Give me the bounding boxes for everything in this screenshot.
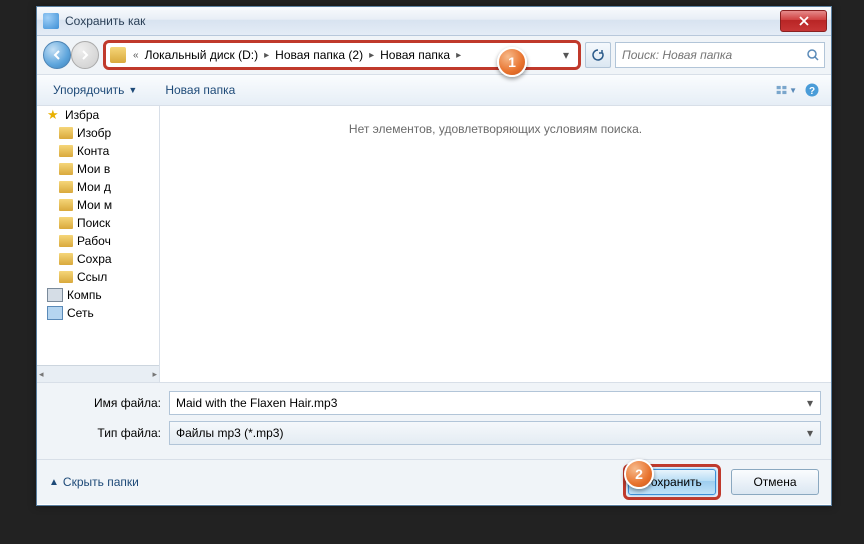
chevron-down-icon[interactable]: ▾ (802, 424, 818, 442)
tree-favorites[interactable]: ★Избра (37, 106, 159, 124)
star-icon: ★ (47, 108, 61, 122)
svg-text:?: ? (809, 86, 815, 97)
folder-icon (59, 181, 73, 193)
search-icon (806, 48, 820, 62)
folder-icon (110, 47, 126, 63)
breadcrumb: « Локальный диск (D:) ▸ Новая папка (2) … (130, 46, 558, 64)
help-icon: ? (804, 82, 820, 98)
view-icon (775, 82, 788, 98)
tree-item[interactable]: Мои м (37, 196, 159, 214)
tree-item[interactable]: Рабоч (37, 232, 159, 250)
close-button[interactable] (780, 10, 827, 32)
filetype-label: Тип файла: (47, 426, 169, 440)
address-dropdown[interactable]: ▾ (558, 48, 574, 62)
chevron-up-icon: ▲ (49, 477, 59, 488)
back-arrow-icon (51, 49, 63, 61)
tree-item[interactable]: Конта (37, 142, 159, 160)
window-title: Сохранить как (65, 14, 780, 28)
file-list[interactable]: Нет элементов, удовлетворяющих условиям … (160, 106, 831, 382)
chevron-down-icon: ▼ (789, 86, 797, 95)
view-button[interactable]: ▼ (775, 79, 797, 101)
tree-network[interactable]: Сеть (37, 304, 159, 322)
nav-row: « Локальный диск (D:) ▸ Новая папка (2) … (37, 36, 831, 75)
tree-item[interactable]: Поиск (37, 214, 159, 232)
tree-item[interactable]: Мои д (37, 178, 159, 196)
organize-button[interactable]: Упорядочить ▼ (45, 79, 145, 101)
cancel-button[interactable]: Отмена (731, 469, 819, 495)
hide-folders-button[interactable]: ▲ Скрыть папки (49, 475, 139, 489)
tree-item[interactable]: Сохра (37, 250, 159, 268)
app-icon (43, 13, 59, 29)
chevron-right-icon: ▸ (456, 50, 461, 61)
footer: ▲ Скрыть папки Сохранить Отмена (37, 459, 831, 504)
tree-item[interactable]: Мои в (37, 160, 159, 178)
chevron-down-icon[interactable]: ▾ (802, 394, 818, 412)
folder-icon (59, 163, 73, 175)
filename-input[interactable]: Maid with the Flaxen Hair.mp3 ▾ (169, 391, 821, 415)
tree-item[interactable]: Ссыл (37, 268, 159, 286)
tree-scrollbar[interactable]: ◂▸ (37, 365, 159, 382)
search-input[interactable] (620, 47, 806, 63)
titlebar[interactable]: Сохранить как (37, 7, 831, 36)
folder-icon (59, 127, 73, 139)
folder-icon (59, 217, 73, 229)
breadcrumb-item[interactable]: Новая папка (2) (272, 46, 366, 64)
tree-item[interactable]: Изобр (37, 124, 159, 142)
callout-2: 2 (624, 459, 654, 489)
callout-1: 1 (497, 47, 527, 77)
organize-label: Упорядочить (53, 83, 124, 97)
folder-icon (59, 253, 73, 265)
close-icon (799, 16, 809, 26)
nav-tree[interactable]: ★Избра Изобр Конта Мои в Мои д Мои м Пои… (37, 106, 160, 382)
empty-message: Нет элементов, удовлетворяющих условиям … (349, 122, 642, 382)
chevron-left-icon: « (133, 50, 139, 61)
breadcrumb-item[interactable]: Новая папка (377, 46, 453, 64)
nav-buttons (43, 41, 99, 69)
network-icon (47, 306, 63, 320)
filename-label: Имя файла: (47, 396, 169, 410)
chevron-right-icon: ▸ (264, 50, 269, 61)
refresh-icon (591, 48, 605, 62)
fields-area: Имя файла: Maid with the Flaxen Hair.mp3… (37, 382, 831, 459)
new-folder-button[interactable]: Новая папка (157, 79, 243, 101)
folder-icon (59, 235, 73, 247)
breadcrumb-item[interactable]: Локальный диск (D:) (142, 46, 262, 64)
chevron-right-icon: ▸ (369, 50, 374, 61)
save-as-dialog: Сохранить как « Локальный диск (D:) ▸ Но… (36, 6, 832, 506)
computer-icon (47, 288, 63, 302)
forward-arrow-icon (79, 49, 91, 61)
filetype-select[interactable]: Файлы mp3 (*.mp3) ▾ (169, 421, 821, 445)
folder-icon (59, 271, 73, 283)
body: ★Избра Изобр Конта Мои в Мои д Мои м Пои… (37, 106, 831, 382)
refresh-button[interactable] (585, 42, 611, 68)
folder-icon (59, 199, 73, 211)
folder-icon (59, 145, 73, 157)
chevron-down-icon: ▼ (128, 85, 137, 95)
help-button[interactable]: ? (801, 79, 823, 101)
toolbar: Упорядочить ▼ Новая папка ▼ ? (37, 75, 831, 106)
tree-computer[interactable]: Компь (37, 286, 159, 304)
back-button[interactable] (43, 41, 71, 69)
search-box[interactable] (615, 42, 825, 68)
forward-button[interactable] (71, 41, 99, 69)
